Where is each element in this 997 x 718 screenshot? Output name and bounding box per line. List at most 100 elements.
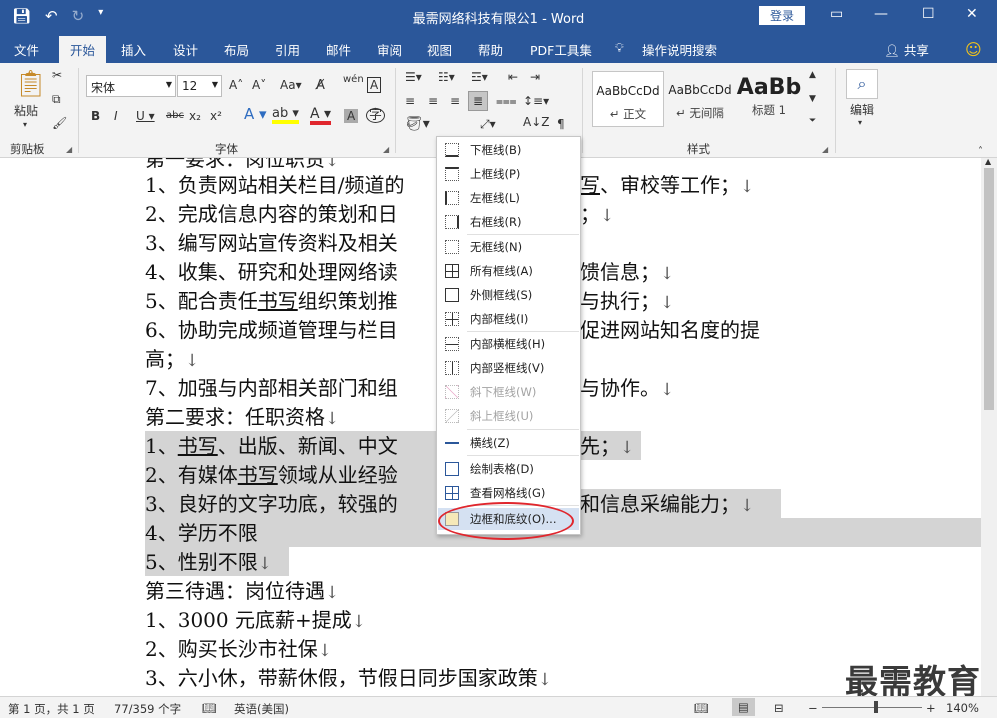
enclose-characters-icon[interactable]: 字 (366, 108, 386, 123)
tab-insert[interactable]: 插入 (121, 40, 146, 59)
menu-item-right-border[interactable]: 右框线(R) (438, 211, 579, 233)
minimize-icon[interactable]: — (874, 6, 888, 22)
text-effects-icon[interactable]: A ▾ (244, 107, 267, 122)
font-color-icon[interactable]: A ▾ (310, 107, 332, 125)
zoom-in-icon[interactable]: + (926, 701, 936, 715)
paste-icon[interactable]: 📋︎ (14, 71, 47, 97)
increase-indent-icon[interactable]: ⇥ (530, 71, 540, 83)
style-normal[interactable]: AaBbCcDd ↵ 正文 (592, 71, 664, 127)
zoom-slider-thumb[interactable] (874, 701, 878, 713)
clipboard-launcher-icon[interactable]: ◢ (66, 145, 72, 154)
word-count[interactable]: 77/359 个字 (114, 701, 181, 717)
styles-launcher-icon[interactable]: ◢ (822, 145, 828, 154)
web-layout-icon[interactable]: ⊟ (774, 701, 784, 715)
collapse-ribbon-icon[interactable]: ˄ (978, 147, 983, 157)
italic-icon[interactable]: I (114, 110, 118, 122)
align-right-icon[interactable]: ≡ (450, 95, 460, 107)
scroll-up-icon[interactable]: ▲ (985, 158, 991, 166)
zoom-slider[interactable] (822, 707, 922, 708)
style-no-spacing[interactable]: AaBbCcDd ↵ 无间隔 (664, 71, 736, 127)
undo-icon[interactable]: ↶ (45, 7, 58, 25)
show-formatting-icon[interactable]: ¶ (557, 118, 565, 130)
menu-item-draw-table[interactable]: 绘制表格(D) (438, 458, 579, 480)
close-icon[interactable]: ✕ (966, 6, 978, 22)
tab-home[interactable]: 开始 (59, 36, 107, 63)
shading-icon[interactable]: 🪣︎▾ (405, 117, 430, 131)
superscript-icon[interactable]: x² (210, 110, 222, 122)
chevron-down-icon[interactable]: ▼ (166, 80, 172, 89)
change-case-icon[interactable]: Aa▾ (280, 79, 302, 91)
tab-pdf-tools[interactable]: PDF工具集 (530, 40, 592, 59)
cut-icon[interactable]: ✂ (52, 69, 62, 81)
underline-icon[interactable]: U ▾ (136, 110, 155, 122)
style-heading-1[interactable]: AaBb 标题 1 (736, 71, 802, 127)
highlight-color-icon[interactable]: ab ▾ (272, 107, 299, 124)
menu-item-horizontal-line[interactable]: 横线(Z) (438, 432, 579, 454)
editing-button[interactable]: 编辑 (850, 104, 874, 116)
align-center-icon[interactable]: ≡ (428, 95, 438, 107)
align-left-icon[interactable]: ≡ (405, 95, 415, 107)
ribbon-display-options-icon[interactable]: ▭ (830, 6, 843, 22)
chevron-down-icon[interactable]: ▼ (212, 80, 218, 89)
search-icon[interactable]: ⌕ (846, 69, 878, 99)
tab-review[interactable]: 审阅 (377, 40, 402, 59)
bold-icon[interactable]: B (91, 110, 100, 122)
menu-item-no-border[interactable]: 无框线(N) (438, 236, 579, 258)
vertical-scrollbar[interactable]: ▲ (981, 158, 997, 696)
read-mode-icon[interactable]: 📖︎ (694, 701, 709, 715)
decrease-indent-icon[interactable]: ⇤ (508, 71, 518, 83)
menu-item-left-border[interactable]: 左框线(L) (438, 187, 579, 209)
styles-scroll-down-icon[interactable]: ▼ (809, 95, 816, 104)
character-shading-icon[interactable]: A (344, 109, 359, 123)
login-button[interactable]: 登录 (759, 6, 805, 25)
tab-layout[interactable]: 布局 (224, 40, 249, 59)
format-painter-icon[interactable]: 🖌︎ (52, 117, 67, 129)
shrink-font-icon[interactable]: A˅ (252, 79, 266, 91)
save-icon[interactable]: 💾︎ (12, 7, 31, 25)
language-status[interactable]: 英语(美国) (234, 701, 289, 717)
menu-item-inside-borders[interactable]: 内部框线(I) (438, 308, 579, 330)
line-spacing-icon[interactable]: ↕≡▾ (523, 95, 549, 107)
chevron-down-icon[interactable]: ▾ (858, 119, 862, 127)
menu-item-view-gridlines[interactable]: 查看网格线(G) (438, 482, 579, 504)
page-count[interactable]: 第 1 页，共 1 页 (8, 701, 95, 717)
distributed-icon[interactable]: ⩶ (496, 95, 517, 107)
tab-mailings[interactable]: 邮件 (326, 40, 351, 59)
menu-item-top-border[interactable]: 上框线(P) (438, 163, 579, 185)
sort-icon[interactable]: A↓Z (523, 116, 549, 128)
print-layout-icon[interactable]: ▤ (732, 698, 755, 716)
clear-formatting-icon[interactable]: A̸ (316, 79, 325, 92)
bullets-icon[interactable]: ☰▾ (405, 71, 422, 83)
tell-me-search[interactable]: 操作说明搜索 (642, 40, 717, 59)
menu-item-inside-vertical-border[interactable]: 内部竖框线(V) (438, 357, 579, 379)
copy-icon[interactable]: ⧉ (52, 93, 61, 105)
tab-view[interactable]: 视图 (427, 40, 452, 59)
styles-more-icon[interactable]: ⏷ (809, 117, 816, 126)
character-border-icon[interactable]: A (367, 77, 382, 93)
tab-references[interactable]: 引用 (275, 40, 300, 59)
tab-design[interactable]: 设计 (173, 40, 198, 59)
zoom-level[interactable]: 140% (946, 701, 979, 715)
chinese-layout-icon[interactable]: ⤢▾ (480, 118, 496, 130)
maximize-icon[interactable]: ☐ (922, 6, 935, 22)
justify-icon[interactable]: ≣ (468, 91, 488, 111)
share-button[interactable]: 👤︎ 共享 (884, 40, 929, 59)
menu-item-borders-and-shading[interactable]: 边框和底纹(O)... (438, 508, 579, 530)
scrollbar-thumb[interactable] (984, 168, 994, 410)
tab-help[interactable]: 帮助 (478, 40, 503, 59)
zoom-out-icon[interactable]: − (808, 701, 818, 715)
customize-icon[interactable]: ▾ (98, 7, 103, 25)
menu-item-bottom-border[interactable]: 下框线(B) (438, 139, 579, 161)
font-name-combo[interactable]: 宋体 ▼ (86, 75, 176, 97)
font-size-combo[interactable]: 12 ▼ (177, 75, 222, 97)
subscript-icon[interactable]: x₂ (189, 110, 201, 122)
menu-item-inside-horizontal-border[interactable]: 内部横框线(H) (438, 333, 579, 355)
multilevel-list-icon[interactable]: ☲▾ (471, 71, 488, 83)
strikethrough-icon[interactable]: abc (166, 111, 184, 121)
font-launcher-icon[interactable]: ◢ (383, 145, 389, 154)
paste-dropdown-icon[interactable]: ▾ (23, 121, 27, 129)
numbering-icon[interactable]: ☷▾ (438, 71, 455, 83)
styles-scroll-up-icon[interactable]: ▲ (809, 71, 816, 80)
proofing-icon[interactable]: 📖︎ (202, 701, 217, 715)
redo-icon[interactable]: ↻ (72, 7, 85, 25)
